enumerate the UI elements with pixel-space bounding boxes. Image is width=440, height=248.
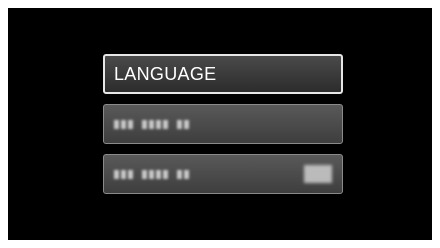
obscured-label (114, 170, 189, 180)
camera-screen: LANGUAGE (8, 8, 432, 240)
menu-item-label: LANGUAGE (114, 64, 217, 84)
obscured-value (304, 165, 332, 183)
menu-item-obscured-2[interactable] (103, 154, 343, 194)
settings-menu: LANGUAGE (103, 54, 343, 204)
menu-item-language[interactable]: LANGUAGE (103, 54, 343, 94)
menu-item-obscured-1[interactable] (103, 104, 343, 144)
obscured-label (114, 120, 189, 130)
